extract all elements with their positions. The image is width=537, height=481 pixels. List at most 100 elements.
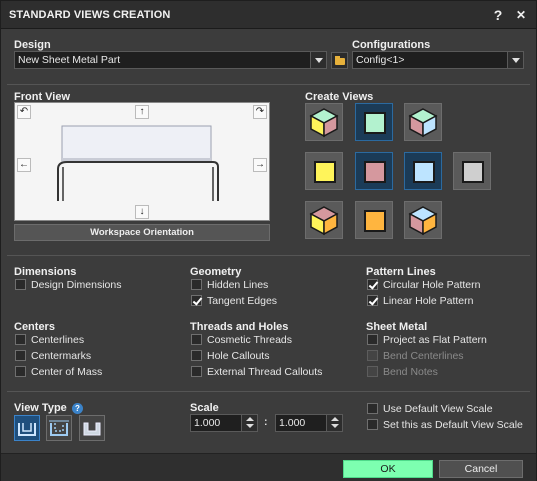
back-view-icon bbox=[462, 161, 484, 183]
ok-button[interactable]: OK bbox=[343, 460, 433, 478]
workspace-orientation-button[interactable]: Workspace Orientation bbox=[14, 224, 270, 241]
tangent-edges-checkbox[interactable] bbox=[191, 295, 202, 306]
dimensions-label: Dimensions bbox=[14, 266, 77, 278]
design-label: Design bbox=[14, 39, 51, 51]
centermarks-checkbox[interactable] bbox=[15, 350, 26, 361]
scale-left-value: 1.000 bbox=[194, 417, 221, 429]
view-type-shaded-button[interactable] bbox=[79, 415, 105, 441]
arrow-down-icon[interactable]: ↓ bbox=[135, 205, 149, 219]
design-dimensions-checkbox[interactable] bbox=[15, 279, 26, 290]
right-view-button[interactable] bbox=[404, 152, 442, 190]
configurations-combo[interactable]: Config<1> bbox=[352, 51, 524, 69]
front-view-icon bbox=[364, 161, 386, 183]
create-views-label: Create Views bbox=[305, 91, 374, 103]
title-bar: STANDARD VIEWS CREATION ? ✕ bbox=[1, 1, 536, 29]
right-view-icon bbox=[413, 161, 435, 183]
hole-callouts-checkbox[interactable] bbox=[191, 350, 202, 361]
center-of-mass-label: Center of Mass bbox=[31, 366, 103, 378]
linear-hole-pattern-label: Linear Hole Pattern bbox=[383, 295, 474, 307]
arrow-left-icon[interactable]: ← bbox=[17, 158, 31, 172]
geometry-label: Geometry bbox=[190, 266, 242, 278]
view-type-visible-button[interactable] bbox=[14, 415, 40, 441]
configurations-label: Configurations bbox=[352, 39, 431, 51]
top-view-button[interactable] bbox=[355, 103, 393, 141]
info-icon[interactable]: ? bbox=[72, 403, 83, 414]
divider bbox=[7, 255, 530, 256]
close-icon[interactable]: ✕ bbox=[511, 5, 531, 25]
front-view-preview[interactable]: ↶ ↑ ↷ ← → ↓ bbox=[14, 102, 270, 221]
linear-hole-pattern-checkbox[interactable] bbox=[367, 295, 378, 306]
u-shape-icon bbox=[18, 423, 36, 436]
set-default-view-scale-label: Set this as Default View Scale bbox=[383, 419, 523, 431]
centerlines-label: Centerlines bbox=[31, 334, 85, 346]
cosmetic-threads-checkbox[interactable] bbox=[191, 334, 202, 345]
centerlines-checkbox[interactable] bbox=[15, 334, 26, 345]
cancel-button[interactable]: Cancel bbox=[439, 460, 523, 478]
configurations-value: Config<1> bbox=[356, 54, 405, 66]
cosmetic-threads-label: Cosmetic Threads bbox=[207, 334, 293, 346]
hole-callouts-label: Hole Callouts bbox=[207, 350, 270, 362]
project-as-flat-pattern-label: Project as Flat Pattern bbox=[383, 334, 487, 346]
isometric-view-button[interactable] bbox=[305, 103, 343, 141]
isometric-cube-icon bbox=[408, 206, 438, 236]
hidden-lines-checkbox[interactable] bbox=[191, 279, 202, 290]
isometric-view-button[interactable] bbox=[404, 201, 442, 239]
rotate-left-icon[interactable]: ↶ bbox=[17, 105, 31, 119]
external-thread-callouts-label: External Thread Callouts bbox=[207, 366, 323, 378]
sheet-metal-label: Sheet Metal bbox=[366, 321, 428, 333]
folder-icon[interactable] bbox=[331, 52, 348, 69]
standard-views-dialog: STANDARD VIEWS CREATION ? ✕ Design New S… bbox=[0, 0, 537, 481]
chevron-down-icon[interactable] bbox=[310, 52, 326, 68]
help-icon[interactable]: ? bbox=[488, 5, 508, 25]
centers-label: Centers bbox=[14, 321, 55, 333]
isometric-cube-icon bbox=[309, 206, 339, 236]
view-type-label: View Type bbox=[14, 402, 67, 414]
project-as-flat-pattern-checkbox[interactable] bbox=[367, 334, 378, 345]
spinner-arrows-icon[interactable] bbox=[241, 415, 257, 431]
back-view-button[interactable] bbox=[453, 152, 491, 190]
spinner-arrows-icon[interactable] bbox=[326, 415, 342, 431]
threads-and-holes-label: Threads and Holes bbox=[190, 321, 289, 333]
bend-notes-label: Bend Notes bbox=[383, 366, 438, 378]
arrow-right-icon[interactable]: → bbox=[253, 158, 267, 172]
design-combo[interactable]: New Sheet Metal Part bbox=[14, 51, 327, 69]
scale-left-input[interactable]: 1.000 bbox=[190, 414, 258, 432]
isometric-view-button[interactable] bbox=[305, 201, 343, 239]
scale-separator: : bbox=[264, 416, 268, 428]
pattern-lines-label: Pattern Lines bbox=[366, 266, 436, 278]
design-value: New Sheet Metal Part bbox=[18, 54, 121, 66]
circular-hole-pattern-label: Circular Hole Pattern bbox=[383, 279, 481, 291]
divider bbox=[7, 84, 530, 85]
rotate-right-icon[interactable]: ↷ bbox=[253, 105, 267, 119]
scale-right-input[interactable]: 1.000 bbox=[275, 414, 343, 432]
u-shape-shaded-icon bbox=[83, 422, 101, 436]
isometric-cube-icon bbox=[408, 108, 438, 138]
use-default-view-scale-checkbox[interactable] bbox=[367, 403, 378, 414]
centermarks-label: Centermarks bbox=[31, 350, 92, 362]
isometric-cube-icon bbox=[309, 108, 339, 138]
left-view-button[interactable] bbox=[305, 152, 343, 190]
scale-label: Scale bbox=[190, 402, 219, 414]
bend-centerlines-label: Bend Centerlines bbox=[383, 350, 464, 362]
divider bbox=[7, 391, 530, 392]
isometric-view-button[interactable] bbox=[404, 103, 442, 141]
arrow-up-icon[interactable]: ↑ bbox=[135, 105, 149, 119]
sheet-metal-part-preview bbox=[57, 125, 219, 201]
set-default-view-scale-checkbox[interactable] bbox=[367, 419, 378, 430]
bottom-view-button[interactable] bbox=[355, 201, 393, 239]
hidden-lines-label: Hidden Lines bbox=[207, 279, 269, 291]
front-view-button[interactable] bbox=[355, 152, 393, 190]
circular-hole-pattern-checkbox[interactable] bbox=[367, 279, 378, 290]
design-dimensions-label: Design Dimensions bbox=[31, 279, 122, 291]
bend-notes-checkbox bbox=[367, 366, 378, 377]
chevron-down-icon[interactable] bbox=[507, 52, 523, 68]
top-view-icon bbox=[364, 112, 386, 134]
tangent-edges-label: Tangent Edges bbox=[207, 295, 278, 307]
center-of-mass-checkbox[interactable] bbox=[15, 366, 26, 377]
bend-centerlines-checkbox bbox=[367, 350, 378, 361]
external-thread-callouts-checkbox[interactable] bbox=[191, 366, 202, 377]
scale-right-value: 1.000 bbox=[279, 417, 306, 429]
view-type-hidden-button[interactable] bbox=[46, 415, 72, 441]
bottom-view-icon bbox=[364, 210, 386, 232]
u-shape-hidden-icon bbox=[49, 420, 69, 436]
